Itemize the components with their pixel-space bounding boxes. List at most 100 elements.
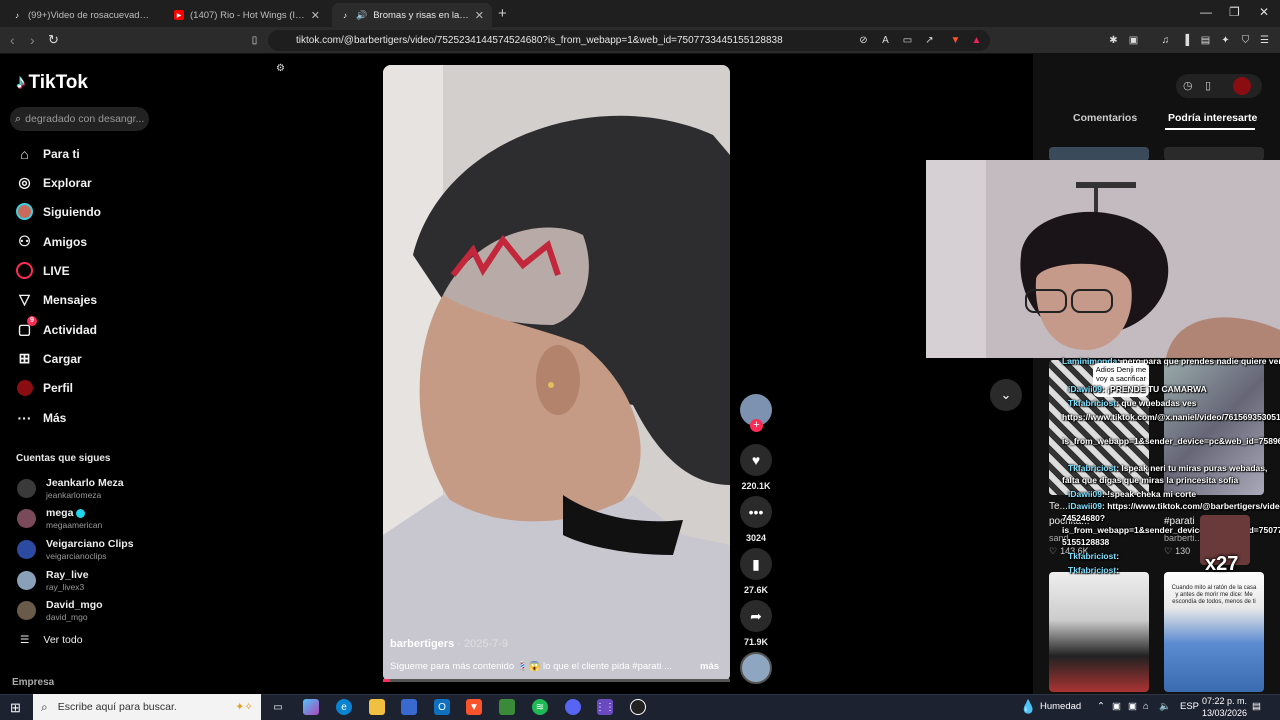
nav-label: Actividad bbox=[43, 322, 98, 337]
taskbar-search-input[interactable]: ⌕ Escribe aquí para buscar. ✦✧ bbox=[33, 694, 261, 720]
screenshot-icon[interactable]: ▣ bbox=[1127, 35, 1140, 46]
avatar bbox=[17, 509, 36, 528]
share-icon[interactable]: ↗ bbox=[923, 35, 936, 46]
clock-date[interactable]: 13/03/2026 bbox=[1202, 708, 1247, 718]
spotify-icon[interactable]: ≋ bbox=[532, 699, 548, 715]
tray-app-icon[interactable]: ▣ bbox=[1128, 701, 1137, 712]
phone-icon[interactable]: ▯ bbox=[1205, 79, 1211, 92]
url-text[interactable]: tiktok.com/@barbertigers/video/752523414… bbox=[296, 35, 783, 46]
browser-tab-1[interactable]: ♪ (99+)Video de rosacuevadechaves (@ bbox=[4, 3, 162, 27]
see-all-button[interactable]: ☰ Ver todo bbox=[20, 634, 83, 646]
minecraft-icon[interactable] bbox=[499, 699, 515, 715]
rewards-icon[interactable]: ▲ bbox=[970, 35, 983, 46]
tab-podria-interesarte[interactable]: Podría interesarte bbox=[1168, 112, 1257, 124]
tray-chevron-icon[interactable]: ⌃ bbox=[1097, 701, 1105, 712]
app-grid-icon[interactable]: ⋮⋮ bbox=[595, 699, 615, 715]
follow-plus-icon[interactable]: + bbox=[750, 419, 763, 432]
edge-icon[interactable]: e bbox=[336, 699, 352, 715]
menu-icon[interactable]: ☰ bbox=[1258, 35, 1271, 46]
translate-icon[interactable]: A bbox=[879, 35, 892, 46]
humidity-icon: 💧 bbox=[1020, 699, 1037, 714]
network-icon[interactable]: ⌂ bbox=[1143, 701, 1149, 712]
suggested-video-thumb[interactable] bbox=[1049, 572, 1149, 692]
brave-icon[interactable]: ▼ bbox=[466, 699, 482, 715]
browser-tab-3[interactable]: ♪ 🔊 Bromas y risas en la barbería ✕ bbox=[332, 3, 492, 27]
followed-account[interactable]: Veigarciano Clips veigarcianoclips bbox=[17, 538, 134, 561]
reload-icon[interactable]: ↻ bbox=[48, 32, 59, 48]
tiktok-logo[interactable]: ♪ TikTok bbox=[16, 72, 88, 94]
clock-time[interactable]: 07:22 p. m. bbox=[1202, 696, 1247, 706]
minimize-icon[interactable]: — bbox=[1200, 5, 1212, 19]
verified-icon bbox=[76, 508, 86, 518]
music-icon[interactable]: ♫ bbox=[1159, 35, 1172, 46]
nav-mas[interactable]: ··· Más bbox=[16, 409, 67, 426]
file-explorer-icon[interactable] bbox=[369, 699, 385, 715]
discord-icon[interactable] bbox=[565, 699, 581, 715]
search-input[interactable]: ⌕ degradado con desangr... bbox=[10, 107, 149, 131]
leo-ai-icon[interactable]: ✦ bbox=[1219, 35, 1232, 46]
nav-amigos[interactable]: ⚇ Amigos bbox=[16, 233, 87, 250]
copilot-icon[interactable] bbox=[303, 699, 319, 715]
outlook-icon[interactable]: O bbox=[434, 699, 450, 715]
followed-account[interactable]: Ray_live ray_livex3 bbox=[17, 569, 89, 592]
next-video-button[interactable]: ⌄ bbox=[990, 379, 1022, 411]
profile-avatar[interactable] bbox=[1233, 77, 1251, 95]
store-icon[interactable] bbox=[401, 699, 417, 715]
notifications-icon[interactable]: ▤ bbox=[1252, 701, 1261, 712]
nav-actividad[interactable]: ▢ 9 Actividad bbox=[16, 316, 98, 338]
like-button[interactable]: ♥ bbox=[740, 444, 772, 476]
nav-live[interactable]: LIVE bbox=[16, 262, 70, 279]
followed-account[interactable]: Jeankarlo Meza jeankarlomeza bbox=[17, 477, 124, 500]
combo-counter: x27 bbox=[1205, 553, 1239, 575]
nav-label: Amigos bbox=[43, 234, 88, 249]
followed-account[interactable]: David_mgo david_mgo bbox=[17, 599, 103, 622]
sidebar-toggle-icon[interactable]: ▐ bbox=[1179, 35, 1192, 46]
volume-icon[interactable]: 🔈 bbox=[1159, 701, 1171, 712]
video-progress-bar[interactable] bbox=[383, 679, 730, 682]
sound-disc[interactable] bbox=[740, 652, 772, 684]
nav-explorar[interactable]: ◎ Explorar bbox=[16, 174, 92, 191]
nav-cargar[interactable]: ⊞ Cargar bbox=[16, 350, 82, 367]
more-button[interactable]: más bbox=[700, 661, 719, 672]
tab-comentarios[interactable]: Comentarios bbox=[1073, 112, 1137, 124]
footer-empresa[interactable]: Empresa bbox=[12, 677, 54, 688]
weather-label[interactable]: Humedad bbox=[1040, 701, 1081, 712]
forward-icon[interactable]: › bbox=[30, 32, 35, 48]
wallet-icon[interactable]: ▤ bbox=[1199, 35, 1212, 46]
close-window-icon[interactable]: ✕ bbox=[1259, 5, 1269, 19]
suggested-video-thumb[interactable] bbox=[1049, 147, 1149, 161]
close-icon[interactable]: ✕ bbox=[311, 9, 320, 22]
brave-shield-icon[interactable]: ▼ bbox=[949, 35, 962, 46]
nav-para-ti[interactable]: ⌂ Para ti bbox=[16, 145, 79, 162]
nav-label: Explorar bbox=[43, 175, 92, 190]
video-author[interactable]: barbertigers · 2025-7-9 bbox=[390, 638, 508, 650]
share-button[interactable]: ➦ bbox=[740, 600, 772, 632]
nav-perfil[interactable]: Perfil bbox=[16, 379, 73, 396]
restore-icon[interactable]: ❐ bbox=[1229, 5, 1240, 19]
suggested-video-thumb[interactable] bbox=[1164, 147, 1264, 161]
back-icon[interactable]: ‹ bbox=[10, 32, 15, 48]
tray-app-icon[interactable]: ▣ bbox=[1112, 701, 1121, 712]
windows-start-icon[interactable]: ⊞ bbox=[10, 700, 21, 716]
site-settings-icon[interactable]: ⚙ bbox=[274, 63, 287, 74]
bookmark-icon[interactable]: ▯ bbox=[248, 35, 261, 46]
followed-account[interactable]: mega megaamerican bbox=[17, 507, 102, 530]
cast-icon[interactable]: ▭ bbox=[901, 35, 914, 46]
save-button[interactable]: ▮ bbox=[740, 548, 772, 580]
vpn-icon[interactable]: ⛉ bbox=[1239, 35, 1252, 46]
browser-tab-2[interactable]: ▶ (1407) Rio - Hot Wings (I Wa ✕ bbox=[166, 3, 328, 27]
account-handle: david_mgo bbox=[46, 612, 88, 622]
extensions-icon[interactable]: ✱ bbox=[1107, 35, 1120, 46]
nav-mensajes[interactable]: ▽ Mensajes bbox=[16, 291, 97, 308]
no-camera-icon[interactable]: ⊘ bbox=[857, 35, 870, 46]
close-icon[interactable]: ✕ bbox=[475, 9, 484, 22]
new-tab-button[interactable]: + bbox=[498, 5, 507, 22]
language-indicator[interactable]: ESP bbox=[1180, 701, 1199, 712]
timer-icon[interactable]: ◷ bbox=[1183, 79, 1193, 92]
video-player[interactable] bbox=[383, 65, 730, 682]
comment-button[interactable]: ••• bbox=[740, 496, 772, 528]
task-view-icon[interactable]: ▭ bbox=[270, 699, 286, 715]
nav-siguiendo[interactable]: Siguiendo bbox=[16, 203, 101, 220]
chat-text: : bbox=[1116, 551, 1120, 561]
obs-icon[interactable] bbox=[630, 699, 646, 715]
